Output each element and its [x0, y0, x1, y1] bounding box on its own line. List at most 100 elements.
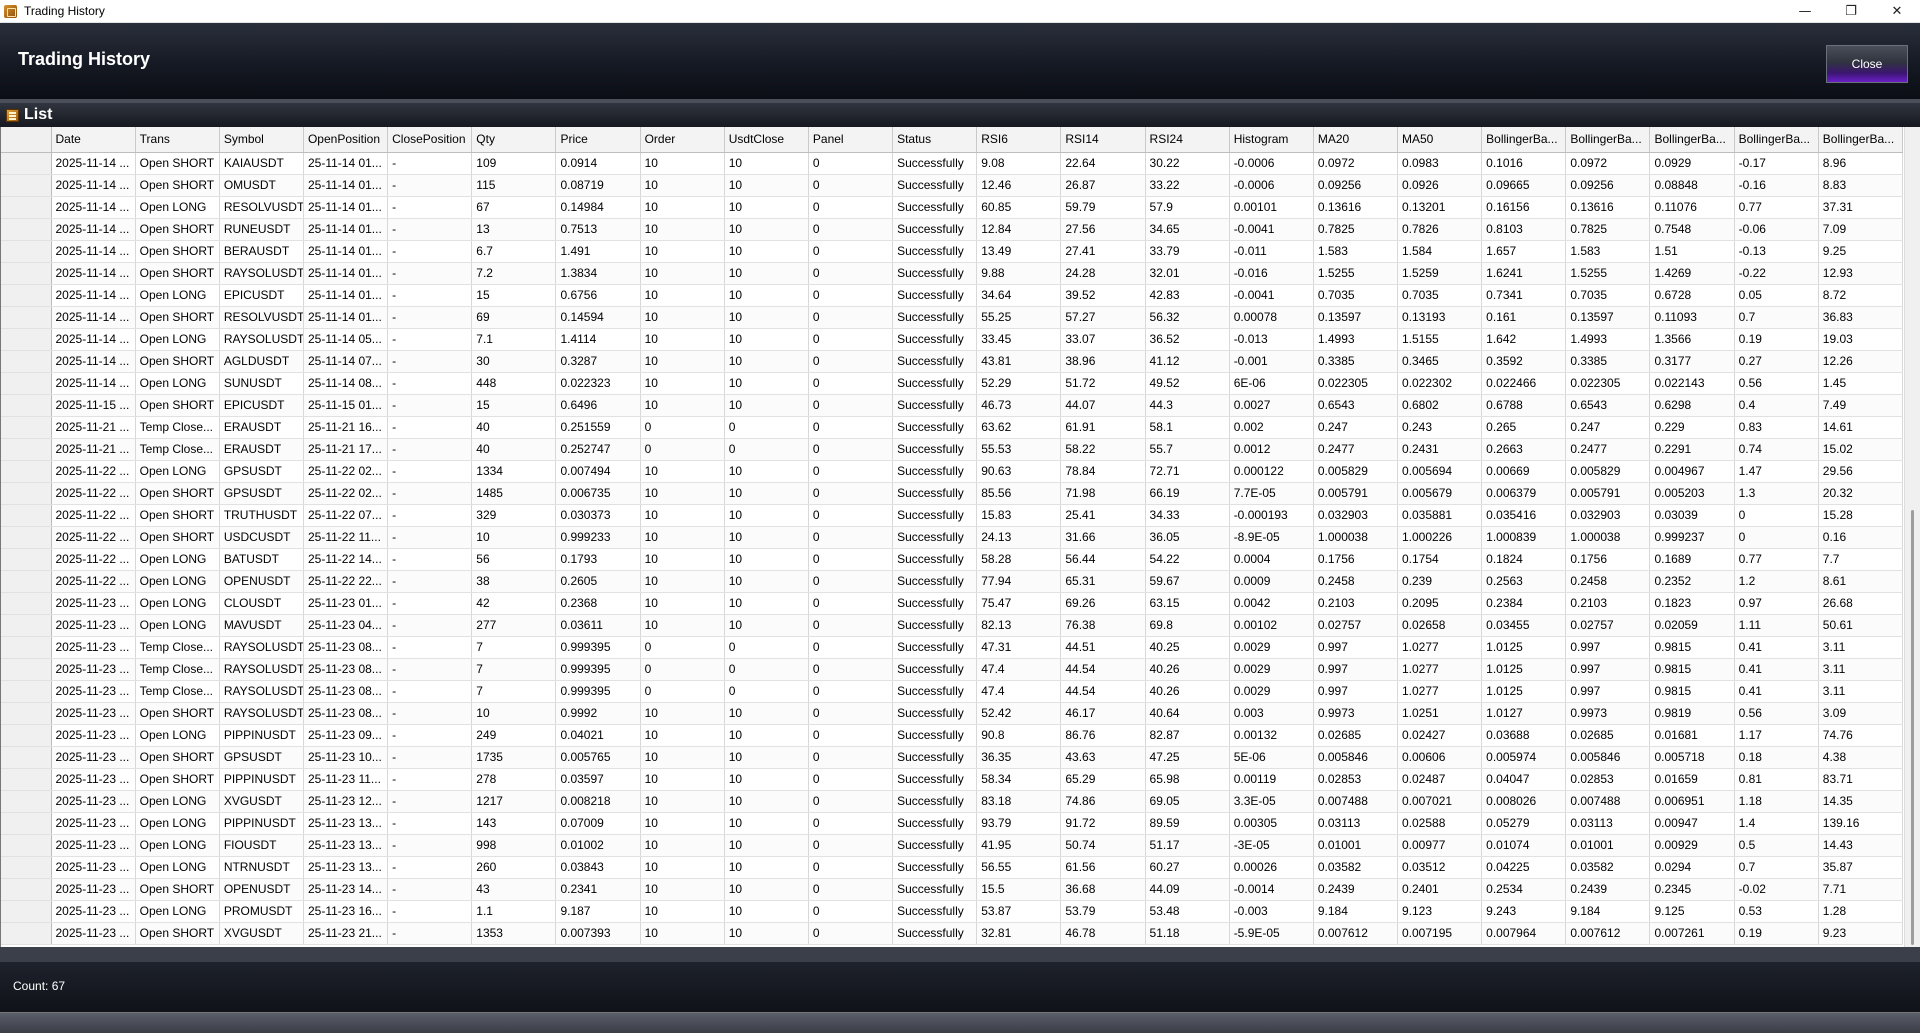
table-cell[interactable]: 90.63 — [976, 460, 1062, 483]
table-cell[interactable]: 10 — [640, 592, 725, 615]
table-cell[interactable]: 1.000839 — [1481, 526, 1567, 549]
table-cell[interactable]: 0.7035 — [1397, 284, 1483, 307]
table-row[interactable]: 2025-11-21 ... Temp Close... ERAUSDT 25-11-… — [1, 438, 1904, 461]
table-row[interactable]: 2025-11-14 ... Open SHORT RAYSOLUSDT 25-11-… — [1, 262, 1904, 285]
row-header[interactable] — [1, 328, 52, 351]
trading-history-grid[interactable]: Date Trans Symbol OpenPosition ClosePosition… — [0, 127, 1920, 947]
table-cell[interactable]: 10 — [471, 702, 557, 725]
table-cell[interactable]: 2025-11-23 ... — [51, 680, 136, 703]
table-cell[interactable]: 0.0029 — [1229, 680, 1314, 703]
row-header[interactable] — [1, 614, 52, 637]
table-cell[interactable]: 2025-11-23 ... — [51, 636, 136, 659]
table-cell[interactable]: Temp Close... — [135, 680, 220, 703]
table-cell[interactable]: Open LONG — [135, 724, 220, 747]
table-cell[interactable]: 0.247 — [1313, 416, 1399, 439]
table-cell[interactable]: 0.035881 — [1397, 504, 1483, 527]
table-cell[interactable]: Temp Close... — [135, 658, 220, 681]
table-cell[interactable]: 9.88 — [976, 262, 1062, 285]
table-cell[interactable]: 2025-11-23 ... — [51, 878, 136, 901]
table-cell[interactable]: 0.032903 — [1313, 504, 1399, 527]
table-cell[interactable]: 0.3465 — [1397, 350, 1483, 373]
table-cell[interactable]: Open SHORT — [135, 746, 220, 769]
table-cell[interactable]: 1.0125 — [1481, 636, 1567, 659]
table-cell[interactable]: Open SHORT — [135, 350, 220, 373]
row-header[interactable] — [1, 152, 52, 175]
table-cell[interactable]: 66.19 — [1145, 482, 1230, 505]
table-cell[interactable]: 0.022305 — [1565, 372, 1651, 395]
table-cell[interactable]: RAYSOLUSDT — [219, 636, 304, 659]
table-cell[interactable]: 10 — [724, 394, 809, 417]
table-cell[interactable]: 0.229 — [1649, 416, 1735, 439]
table-cell[interactable]: 57.27 — [1060, 306, 1146, 329]
table-cell[interactable]: 0.01002 — [555, 834, 641, 857]
table-cell[interactable]: 0.9992 — [555, 702, 641, 725]
table-cell[interactable]: 0.1823 — [1649, 592, 1735, 615]
table-cell[interactable]: 56.32 — [1145, 306, 1230, 329]
table-cell[interactable]: 0.1756 — [1565, 548, 1651, 571]
table-cell[interactable]: 53.48 — [1145, 900, 1230, 923]
table-cell[interactable]: 25-11-22 02... — [303, 482, 389, 505]
table-cell[interactable]: 0.13597 — [1565, 306, 1651, 329]
table-cell[interactable]: 0.9815 — [1649, 658, 1735, 681]
table-cell[interactable]: - — [387, 878, 473, 901]
table-cell[interactable]: 69.26 — [1060, 592, 1146, 615]
table-cell[interactable]: 0.07009 — [555, 812, 641, 835]
table-cell[interactable]: 1.2 — [1734, 570, 1819, 593]
column-header-17[interactable]: BollingerBa... — [1481, 127, 1567, 153]
table-cell[interactable]: 0.00102 — [1229, 614, 1314, 637]
table-row[interactable]: 2025-11-14 ... Open LONG SUNUSDT 25-11-14 0… — [1, 372, 1904, 395]
table-cell[interactable]: 0.00078 — [1229, 306, 1314, 329]
row-header[interactable] — [1, 702, 52, 725]
table-cell[interactable]: 3.11 — [1818, 658, 1904, 681]
table-cell[interactable]: Successfully — [892, 526, 978, 549]
table-cell[interactable]: 1.47 — [1734, 460, 1819, 483]
table-cell[interactable]: 0.022143 — [1649, 372, 1735, 395]
table-cell[interactable]: 0.01074 — [1481, 834, 1567, 857]
row-header[interactable] — [1, 658, 52, 681]
table-cell[interactable]: Successfully — [892, 900, 978, 923]
table-cell[interactable]: 24.13 — [976, 526, 1062, 549]
table-cell[interactable]: 0.09665 — [1481, 174, 1567, 197]
table-cell[interactable]: 10 — [640, 504, 725, 527]
table-cell[interactable]: 0.04021 — [555, 724, 641, 747]
table-cell[interactable]: 72.71 — [1145, 460, 1230, 483]
table-cell[interactable]: 0.02059 — [1649, 614, 1735, 637]
table-cell[interactable]: 1.4114 — [555, 328, 641, 351]
row-header[interactable] — [1, 746, 52, 769]
table-cell[interactable]: 27.56 — [1060, 218, 1146, 241]
table-cell[interactable]: Open LONG — [135, 614, 220, 637]
column-header-21[interactable]: BollingerBa... — [1818, 127, 1904, 153]
row-header[interactable] — [1, 482, 52, 505]
table-cell[interactable]: 46.73 — [976, 394, 1062, 417]
table-cell[interactable]: 0.13597 — [1313, 306, 1399, 329]
table-cell[interactable]: 0.2401 — [1397, 878, 1483, 901]
table-cell[interactable]: 0 — [640, 416, 725, 439]
table-cell[interactable]: Successfully — [892, 218, 978, 241]
table-cell[interactable]: Successfully — [892, 262, 978, 285]
table-cell[interactable]: 0.006735 — [555, 482, 641, 505]
restore-icon[interactable]: ❐ — [1828, 0, 1874, 23]
table-cell[interactable]: TRUTHUSDT — [219, 504, 304, 527]
table-cell[interactable]: 34.33 — [1145, 504, 1230, 527]
table-cell[interactable]: 3.11 — [1818, 680, 1904, 703]
table-cell[interactable]: 25-11-23 12... — [303, 790, 389, 813]
table-cell[interactable]: RAYSOLUSDT — [219, 702, 304, 725]
table-cell[interactable]: - — [387, 900, 473, 923]
table-cell[interactable]: 43.63 — [1060, 746, 1146, 769]
table-cell[interactable]: 1.657 — [1481, 240, 1567, 263]
row-header[interactable] — [1, 570, 52, 593]
table-cell[interactable]: Successfully — [892, 438, 978, 461]
column-header-2[interactable]: Symbol — [219, 127, 304, 153]
table-cell[interactable]: 0.007195 — [1397, 922, 1483, 945]
table-cell[interactable]: 0.247 — [1565, 416, 1651, 439]
table-cell[interactable]: Open LONG — [135, 570, 220, 593]
table-cell[interactable]: Open SHORT — [135, 152, 220, 175]
table-cell[interactable]: 1.3834 — [555, 262, 641, 285]
table-cell[interactable]: Successfully — [892, 724, 978, 747]
table-cell[interactable]: 1.5155 — [1397, 328, 1483, 351]
table-cell[interactable]: 0.035416 — [1481, 504, 1567, 527]
table-cell[interactable]: 0.9815 — [1649, 680, 1735, 703]
table-cell[interactable]: Open LONG — [135, 328, 220, 351]
table-cell[interactable]: 27.41 — [1060, 240, 1146, 263]
table-cell[interactable]: Open SHORT — [135, 174, 220, 197]
